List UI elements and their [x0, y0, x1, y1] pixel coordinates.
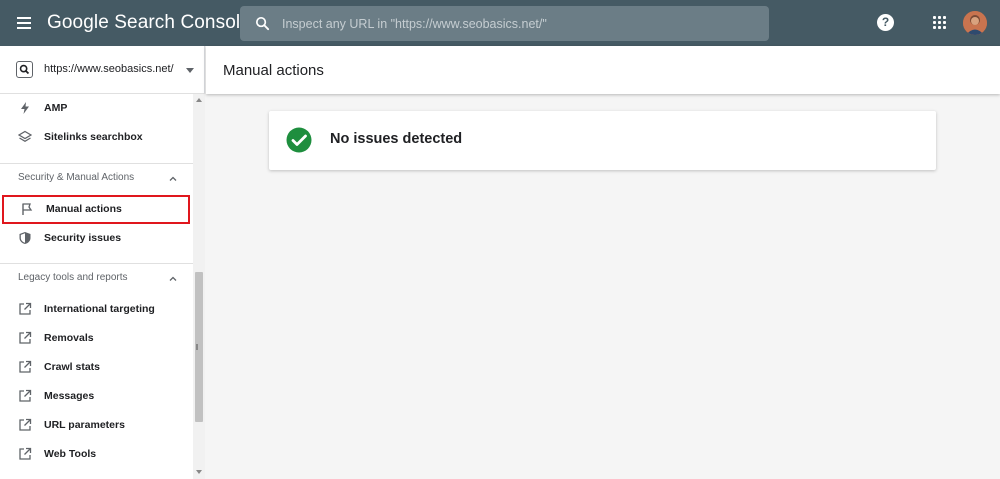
chevron-up-icon[interactable] [168, 274, 178, 284]
scroll-down-arrow-icon[interactable] [196, 470, 202, 474]
property-search-icon [16, 61, 33, 78]
section-title: Security & Manual Actions [18, 172, 135, 183]
layers-icon [18, 130, 32, 143]
sidebar-item-crawl-stats[interactable]: Crawl stats [0, 353, 193, 382]
sidebar-item-label: International targeting [44, 303, 155, 315]
scroll-up-arrow-icon[interactable] [196, 98, 202, 102]
sidebar-item-amp[interactable]: AMP [0, 94, 193, 123]
sidebar-scrollbar[interactable] [193, 94, 205, 479]
search-input[interactable] [282, 6, 752, 41]
help-icon[interactable]: ? [877, 14, 894, 31]
external-link-icon [19, 389, 32, 402]
page-title: Manual actions [223, 62, 324, 79]
sidebar-item-international-targeting[interactable]: International targeting [0, 295, 193, 324]
section-title: Legacy tools and reports [18, 272, 128, 283]
apps-grid-icon[interactable] [933, 16, 947, 30]
sidebar-item-label: AMP [44, 102, 68, 114]
sidebar-item-sitelinks-searchbox[interactable]: Sitelinks searchbox [0, 123, 193, 152]
sidebar-item-label: Sitelinks searchbox [44, 131, 143, 143]
sidebar-item-label: URL parameters [44, 419, 125, 431]
section-security-manual-actions[interactable]: Security & Manual Actions [0, 167, 193, 191]
sidebar-item-label: Security issues [44, 232, 122, 244]
sidebar-item-messages[interactable]: Messages [0, 382, 193, 411]
logo-brand: Google [47, 12, 109, 33]
external-link-icon [19, 360, 32, 373]
sidebar-item-label: Manual actions [46, 203, 122, 215]
property-selector[interactable]: https://www.seobasics.net/ [0, 46, 205, 94]
scrollbar-grip-icon [196, 344, 198, 350]
external-link-icon [19, 418, 32, 431]
sidebar-nav: AMP Sitelinks searchbox Security & Manua… [0, 94, 193, 479]
chevron-up-icon[interactable] [168, 174, 178, 184]
top-app-bar: Google Search Console ? [0, 0, 1000, 46]
divider [0, 263, 193, 264]
sidebar-item-manual-actions[interactable]: Manual actions [2, 195, 190, 224]
bolt-icon [21, 102, 29, 114]
sidebar-item-removals[interactable]: Removals [0, 324, 193, 353]
external-link-icon [19, 302, 32, 315]
sidebar: https://www.seobasics.net/ AMP Sitelinks… [0, 46, 205, 479]
status-card: No issues detected [269, 111, 936, 170]
user-avatar-image [963, 11, 987, 35]
sidebar-item-security-issues[interactable]: Security issues [0, 224, 193, 253]
divider [0, 163, 193, 164]
section-legacy-tools[interactable]: Legacy tools and reports [0, 267, 193, 291]
sidebar-item-url-parameters[interactable]: URL parameters [0, 411, 193, 440]
search-icon [255, 16, 270, 31]
menu-icon[interactable] [15, 14, 35, 32]
shield-icon [19, 232, 31, 244]
flag-icon [22, 203, 33, 215]
sidebar-item-label: Web Tools [44, 448, 97, 460]
sidebar-item-label: Crawl stats [44, 361, 101, 373]
check-circle-icon [286, 127, 312, 153]
chevron-down-icon[interactable] [186, 68, 194, 73]
status-message: No issues detected [330, 131, 463, 147]
sidebar-item-label: Removals [44, 332, 94, 344]
url-inspection-search[interactable] [240, 6, 769, 41]
page-header: Manual actions [206, 46, 1000, 94]
avatar[interactable] [963, 11, 987, 35]
external-link-icon [19, 331, 32, 344]
app-logo[interactable]: Google Search Console [47, 12, 251, 34]
property-url: https://www.seobasics.net/ [44, 63, 174, 75]
external-link-icon [19, 447, 32, 460]
sidebar-item-web-tools[interactable]: Web Tools [0, 440, 193, 469]
logo-product: Search Console [114, 12, 251, 33]
sidebar-item-label: Messages [44, 390, 95, 402]
